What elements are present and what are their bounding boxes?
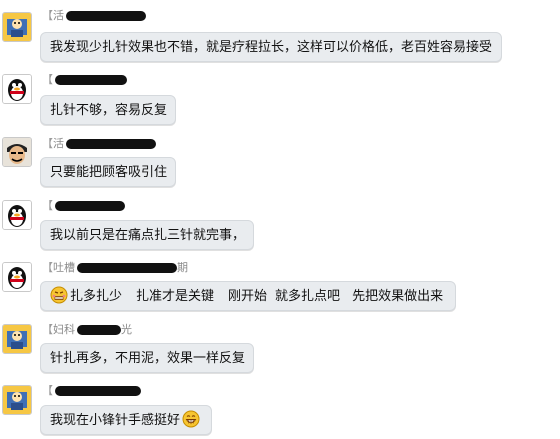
message-bubble[interactable]: 扎针不够，容易反复 — [40, 95, 176, 125]
yellow-character-avatar-icon[interactable] — [2, 324, 32, 354]
sender-name: 【活 — [42, 9, 242, 23]
penguin-avatar-icon[interactable] — [2, 200, 32, 230]
redaction-mark — [55, 75, 127, 85]
grimace-emoji-icon — [50, 286, 68, 304]
redaction-mark — [66, 139, 156, 149]
message-bubble[interactable]: 针扎再多，不用泥，效果一样反复 — [40, 343, 254, 373]
yellow-character-avatar-icon[interactable] — [2, 385, 32, 415]
message-bubble[interactable]: 我现在小锋针手感挺好 — [40, 405, 212, 435]
redaction-mark — [77, 263, 177, 273]
samurai-avatar-icon[interactable] — [2, 137, 32, 167]
yellow-character-avatar-icon[interactable] — [2, 12, 32, 42]
message-bubble[interactable]: 只要能把顾客吸引住 — [40, 157, 176, 187]
sender-name: 【 — [42, 199, 242, 213]
redaction-mark — [55, 386, 141, 396]
redaction-mark — [66, 11, 146, 21]
penguin-avatar-icon[interactable] — [2, 74, 32, 104]
sender-name: 【吐槽期 — [42, 261, 188, 274]
sender-name: 【 — [42, 73, 242, 87]
message-bubble[interactable]: 我发现少扎针效果也不错，就是疗程拉长，这样可以价格低，老百姓容易接受 — [40, 32, 502, 62]
redaction-mark — [55, 201, 125, 211]
sender-name: 【 — [42, 384, 242, 398]
sender-name: 【活 — [42, 137, 242, 151]
penguin-avatar-icon[interactable] — [2, 262, 32, 292]
message-bubble[interactable]: 扎多扎少 扎准才是关键 刚开始 就多扎点吧 先把效果做出来 — [40, 281, 456, 311]
grin-emoji-icon — [182, 410, 200, 428]
message-bubble[interactable]: 我以前只是在痛点扎三针就完事， — [40, 220, 254, 250]
redaction-mark — [77, 325, 121, 335]
sender-name: 【妇科光 — [42, 323, 132, 336]
